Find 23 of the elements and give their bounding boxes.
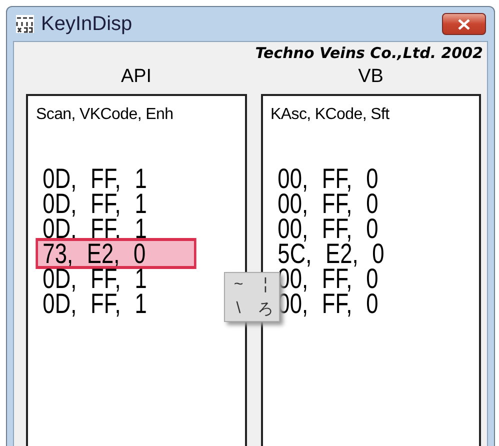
code-row-text: 0D, FF, 1: [42, 291, 148, 316]
column-header: Scan, VKCode, Enh: [35, 105, 174, 124]
column-title: VB: [357, 65, 384, 89]
code-row-text: 0D, FF, 1: [42, 216, 148, 241]
code-row-text: 0D, FF, 1: [42, 266, 148, 291]
close-icon: [458, 18, 470, 30]
code-row-text: 0D, FF, 1: [42, 166, 148, 191]
code-row-text: 00, FF, 0: [276, 166, 379, 191]
close-button[interactable]: [442, 13, 486, 35]
code-row-text: 00, FF, 0: [276, 216, 378, 241]
key-legend: ¦: [252, 273, 279, 297]
code-row-text: 00, FF, 0: [276, 191, 379, 216]
key-legend: ろ: [252, 297, 279, 321]
code-row-text: 5C, E2, 0: [276, 241, 385, 266]
column-header: KAsc, KCode, Sft: [270, 105, 390, 124]
column-title: API: [120, 65, 153, 89]
window-title: KeyInDisp: [41, 12, 134, 36]
code-row-text: 0D, FF, 1: [42, 191, 148, 216]
key-legend: \: [225, 297, 252, 321]
code-row: 73, E2, 0: [38, 241, 194, 266]
credit-text: Techno Veins Co.,Ltd. 2002: [254, 43, 484, 64]
app-icon: [15, 14, 35, 34]
key-legend: ~: [225, 273, 252, 297]
